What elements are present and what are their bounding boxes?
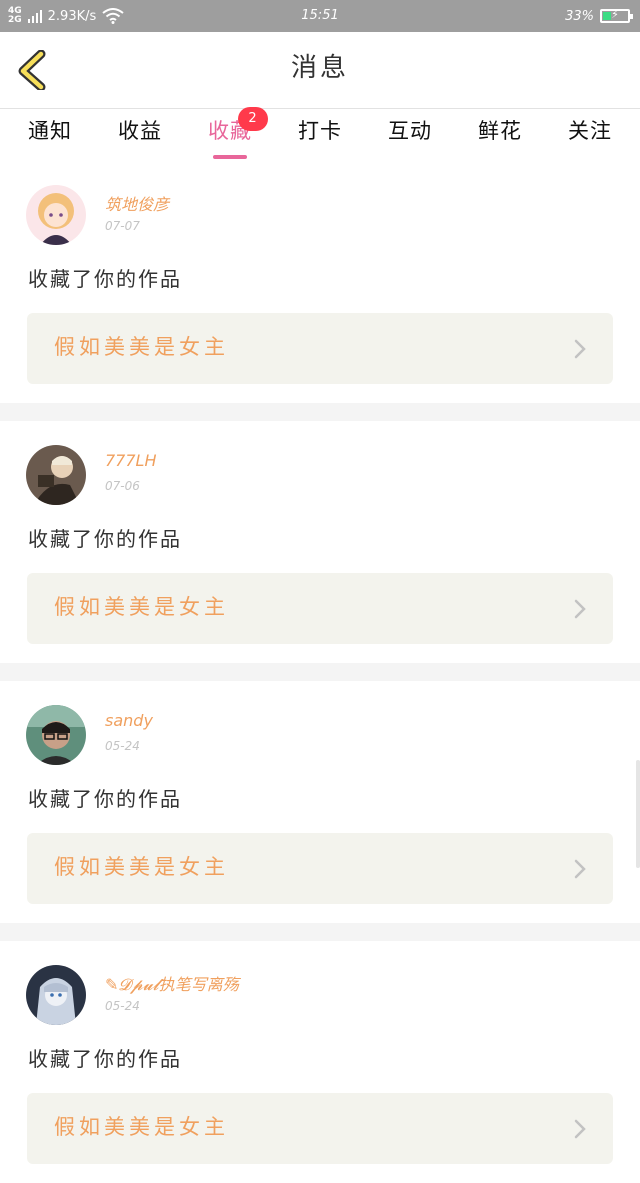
tab-bar: 通知 收益 收藏 2 打卡 互动 鲜花 关注 [0, 107, 640, 161]
tab-label: 鲜花 [478, 119, 522, 143]
work-link[interactable]: 假如美美是女主 [27, 833, 613, 904]
tab-earnings[interactable]: 收益 [108, 115, 172, 145]
notification-card: ✎𝓓𝓹𝓾𝓵执笔写离殇 05-24 收藏了你的作品 假如美美是女主 [0, 941, 640, 1183]
charging-icon: ⚡ [611, 8, 619, 21]
work-title: 假如美美是女主 [54, 335, 229, 359]
status-bar-right: 33% ⚡ [565, 0, 633, 32]
tab-label: 打卡 [298, 119, 342, 143]
nav-bar: 消息 [0, 32, 640, 109]
chevron-right-icon [574, 1119, 586, 1139]
work-title: 假如美美是女主 [54, 595, 229, 619]
divider [0, 403, 640, 421]
tab-checkin[interactable]: 打卡 [288, 115, 352, 145]
unread-badge: 2 [238, 107, 268, 131]
avatar[interactable] [26, 445, 86, 505]
username[interactable]: 筑地俊彦 [105, 191, 169, 215]
work-link[interactable]: 假如美美是女主 [27, 573, 613, 644]
work-link[interactable]: 假如美美是女主 [27, 1093, 613, 1164]
work-title: 假如美美是女主 [54, 855, 229, 879]
username[interactable]: 777LH [105, 451, 156, 470]
avatar[interactable] [26, 185, 86, 245]
notification-card: 777LH 07-06 收藏了你的作品 假如美美是女主 [0, 421, 640, 663]
status-time: 15:51 [301, 8, 339, 23]
username[interactable]: ✎𝓓𝓹𝓾𝓵执笔写离殇 [105, 971, 239, 995]
work-link[interactable]: 假如美美是女主 [27, 313, 613, 384]
tab-label: 收益 [118, 119, 162, 143]
notification-date: 07-07 [105, 219, 140, 233]
username[interactable]: sandy [105, 711, 153, 730]
tab-label: 互动 [388, 119, 432, 143]
tab-label: 通知 [28, 119, 72, 143]
tab-follows[interactable]: 关注 [558, 115, 622, 145]
chevron-right-icon [574, 599, 586, 619]
notification-date: 05-24 [105, 999, 140, 1013]
notification-text: 收藏了你的作品 [28, 267, 182, 291]
tab-notifications[interactable]: 通知 [18, 115, 82, 145]
tab-flowers[interactable]: 鲜花 [468, 115, 532, 145]
page-title: 消息 [290, 53, 349, 83]
avatar[interactable] [26, 705, 86, 765]
status-bar: 4G 2G 2.93K/s 15:51 33% ⚡ [0, 0, 640, 32]
notification-text: 收藏了你的作品 [28, 1047, 182, 1071]
divider [0, 923, 640, 941]
active-tab-indicator [213, 155, 247, 159]
battery-icon: ⚡ [600, 8, 633, 23]
tab-label: 关注 [568, 119, 612, 143]
scrollbar[interactable] [636, 760, 640, 868]
notification-text: 收藏了你的作品 [28, 527, 182, 551]
notification-card: 筑地俊彦 07-07 收藏了你的作品 假如美美是女主 [0, 161, 640, 403]
notification-card: sandy 05-24 收藏了你的作品 假如美美是女主 [0, 681, 640, 923]
divider [0, 663, 640, 681]
chevron-right-icon [574, 859, 586, 879]
tab-favorites[interactable]: 收藏 2 [198, 107, 268, 159]
work-title: 假如美美是女主 [54, 1115, 229, 1139]
chevron-right-icon [574, 339, 586, 359]
tab-interactions[interactable]: 互动 [378, 115, 442, 145]
battery-percent: 33% [565, 8, 594, 24]
notification-date: 07-06 [105, 479, 140, 493]
notification-text: 收藏了你的作品 [28, 787, 182, 811]
avatar[interactable] [26, 965, 86, 1025]
notification-date: 05-24 [105, 739, 140, 753]
